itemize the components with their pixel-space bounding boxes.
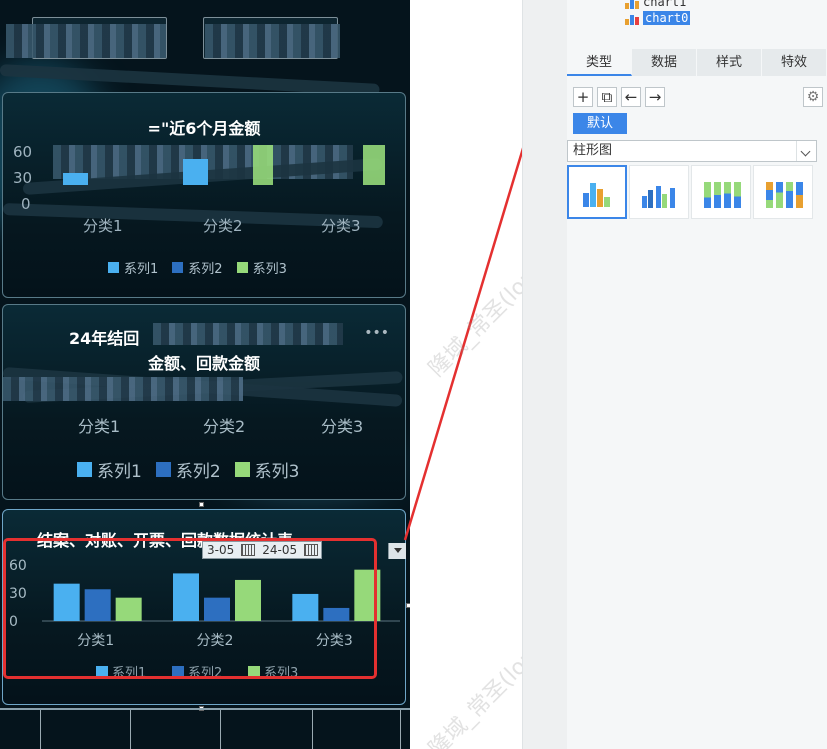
- chart-panel-2[interactable]: 24年结回 ••• 金额、回款金额 分类1 分类2 分类3 系列1 系列2 系列…: [2, 304, 406, 500]
- percent-stacked-bar-icon[interactable]: [753, 165, 813, 219]
- copy-icon[interactable]: ⧉: [597, 87, 617, 107]
- chart-legend: 系列1 系列2 系列3: [77, 457, 299, 482]
- stacked-bar-icon[interactable]: [691, 165, 751, 219]
- chart-type-value: 柱形图: [573, 143, 613, 158]
- panel-splitter[interactable]: [522, 0, 568, 749]
- y-tick: 0: [21, 195, 31, 213]
- chart-type-select[interactable]: 柱形图: [567, 140, 817, 162]
- y-tick: 60: [13, 143, 33, 161]
- resize-handle[interactable]: [406, 603, 410, 608]
- chart-legend: 系列1 系列2 系列3: [108, 258, 287, 277]
- dashboard-canvas: ="近6个月金额 60 30 0 分类1 分类2 分类3 系列1 系列2 系列3…: [0, 0, 410, 749]
- highlight-box: [3, 538, 377, 679]
- chart-node-icon: [625, 0, 639, 9]
- tree-item-chart1[interactable]: chart1: [625, 0, 686, 9]
- more-options-icon[interactable]: •••: [364, 325, 389, 341]
- chart-node-icon: [625, 12, 639, 25]
- panel-1-title: ="近6个月金额: [147, 119, 261, 138]
- resize-handle[interactable]: [199, 502, 204, 507]
- property-tabs: 类型 数据 样式 特效: [567, 49, 827, 76]
- tab-effects[interactable]: 特效: [762, 49, 827, 76]
- x-category: 分类1: [83, 217, 123, 235]
- blurred-region: [205, 24, 340, 58]
- chart-panel-1[interactable]: ="近6个月金额 60 30 0 分类1 分类2 分类3 系列1 系列2 系列3: [2, 92, 406, 298]
- x-category: 分类2: [203, 217, 243, 235]
- tree-item-chart0[interactable]: chart0: [625, 11, 691, 25]
- x-category: 分类2: [203, 417, 246, 436]
- default-tab-button[interactable]: 默认: [573, 113, 627, 134]
- clustered-bar-icon[interactable]: [567, 165, 627, 219]
- tab-style[interactable]: 样式: [697, 49, 762, 76]
- arrow-right-icon[interactable]: →: [645, 87, 665, 107]
- tab-type[interactable]: 类型: [567, 49, 632, 76]
- grouped-bar-icon[interactable]: [629, 165, 689, 219]
- x-category: 分类1: [78, 417, 121, 436]
- x-category: 分类3: [321, 417, 364, 436]
- y-tick: 30: [13, 169, 33, 187]
- chart-variant-list: [567, 165, 813, 219]
- chevron-down-icon[interactable]: [796, 141, 816, 161]
- blurred-region: [6, 24, 166, 58]
- tab-data[interactable]: 数据: [632, 49, 697, 76]
- x-category: 分类3: [321, 217, 361, 235]
- arrow-left-icon[interactable]: ←: [621, 87, 641, 107]
- add-icon[interactable]: +: [573, 87, 593, 107]
- bottom-table-grid: [0, 708, 410, 749]
- gear-icon[interactable]: ⚙: [803, 87, 823, 107]
- properties-panel: chart1 chart0 类型 数据 样式 特效 + ⧉ ← → ⚙ 默认 柱…: [567, 0, 827, 749]
- screenshot-root: ="近6个月金额 60 30 0 分类1 分类2 分类3 系列1 系列2 系列3…: [0, 0, 827, 749]
